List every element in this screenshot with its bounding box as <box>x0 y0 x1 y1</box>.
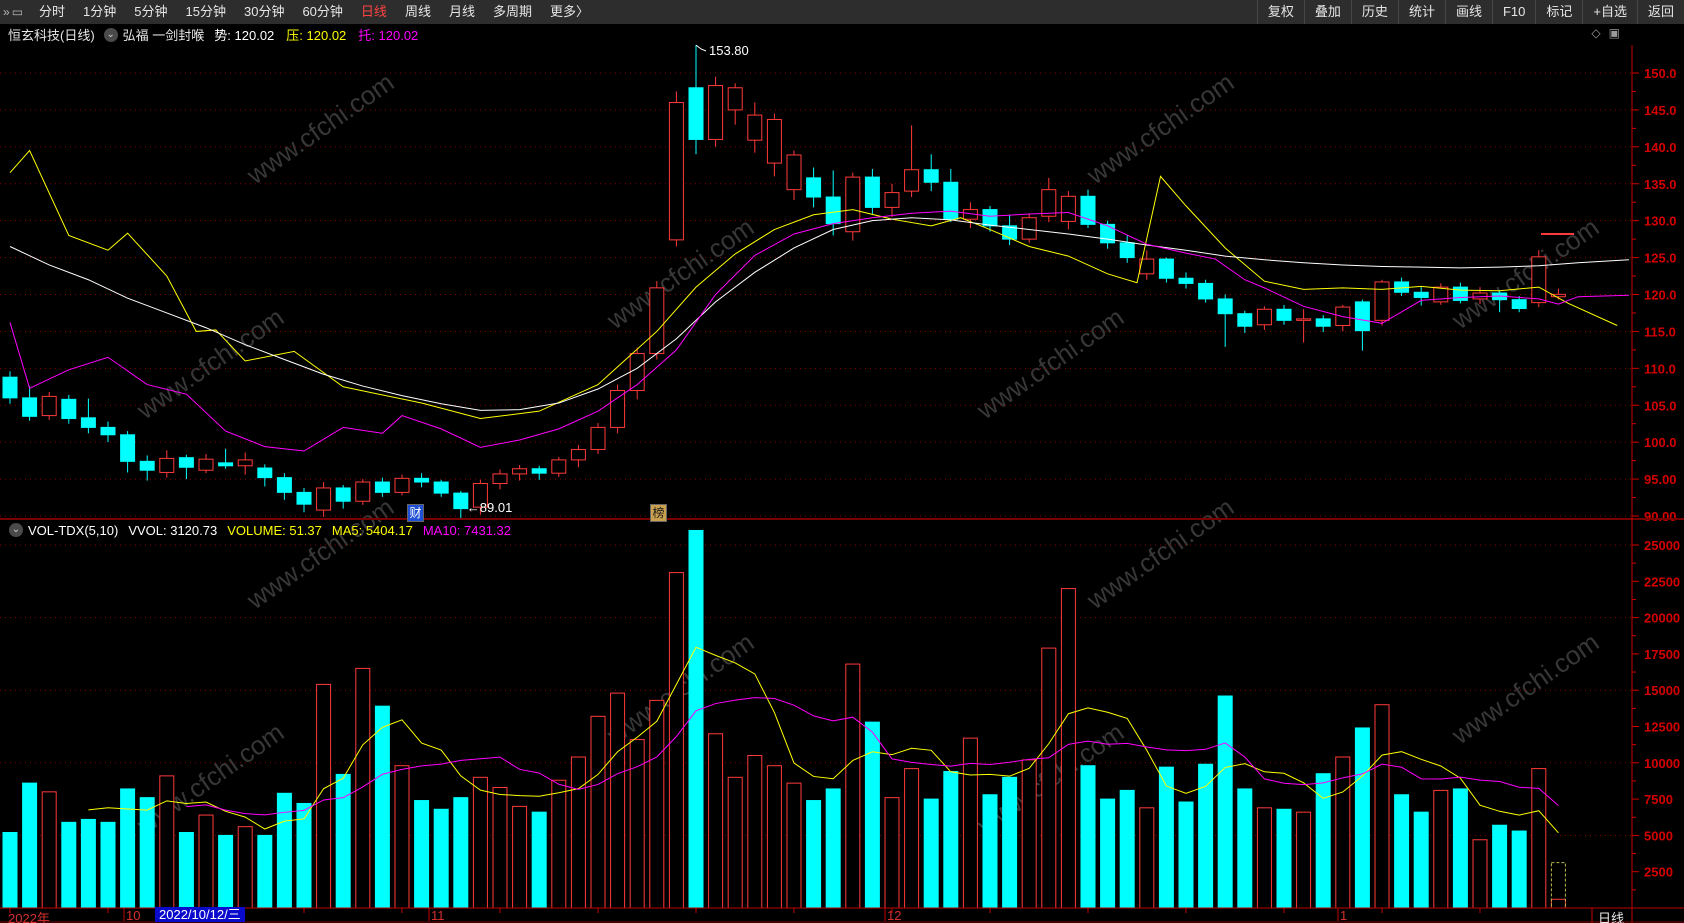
svg-text:2500: 2500 <box>1644 865 1673 880</box>
svg-text:145.0: 145.0 <box>1644 103 1677 118</box>
svg-text:100.0: 100.0 <box>1644 435 1677 450</box>
chevron-down-icon[interactable]: ⌄ <box>103 27 118 42</box>
menu-item-日线[interactable]: 日线 <box>352 0 396 24</box>
volume-indicator-name[interactable]: VOL-TDX(5,10) <box>28 523 118 538</box>
indicator-value: 压: 120.02 <box>286 28 347 43</box>
svg-text:95.00: 95.00 <box>1644 472 1677 487</box>
volume-value: MA10: 7431.32 <box>422 522 512 538</box>
svg-text:130.0: 130.0 <box>1644 214 1677 229</box>
svg-text:10000: 10000 <box>1644 756 1680 771</box>
watermark: www.cfchi.com <box>1080 67 1239 191</box>
svg-text:15000: 15000 <box>1644 683 1680 698</box>
svg-text:90.00: 90.00 <box>1644 509 1677 524</box>
svg-text:22500: 22500 <box>1644 574 1680 589</box>
volume-value: MA5: 5404.17 <box>331 522 413 538</box>
menu-item-画线[interactable]: 画线 <box>1444 0 1492 24</box>
svg-text:105.0: 105.0 <box>1644 398 1677 413</box>
menu-item-+自选[interactable]: +自选 <box>1582 0 1637 24</box>
indicator-name[interactable]: 弘福 一剑封喉 <box>123 25 205 44</box>
svg-text:110.0: 110.0 <box>1644 361 1676 376</box>
svg-text:150.0: 150.0 <box>1644 66 1677 81</box>
svg-text:153.80: 153.80 <box>709 43 749 58</box>
svg-text:25000: 25000 <box>1644 538 1680 553</box>
time-axis-bar[interactable]: 2022年 2022/10/12/三 10 11 12 1 日线 <box>0 906 1684 923</box>
indicator-value: 托: 120.02 <box>358 28 419 43</box>
volume-header: ⌄ VOL-TDX(5,10) VVOL: 3120.73 VOLUME: 51.… <box>4 521 521 539</box>
menu-item-复权[interactable]: 复权 <box>1256 0 1304 24</box>
info-bar: 恒玄科技(日线) ⌄ 弘福 一剑封喉 势: 120.02 压: 120.02 托: … <box>0 24 1684 45</box>
month-label-12: 12 <box>887 908 902 923</box>
year-label: 2022年 <box>8 911 50 923</box>
watermark: www.cfchi.com <box>1445 212 1604 336</box>
svg-text:140.0: 140.0 <box>1644 140 1677 155</box>
menu-item-周线[interactable]: 周线 <box>396 0 440 24</box>
period-label[interactable]: 日线 <box>1598 908 1624 923</box>
month-label-1: 1 <box>1340 908 1348 923</box>
tools-menu: 复权 叠加 历史 统计 画线 F10 标记 +自选 返回 <box>1256 0 1684 24</box>
svg-text:7500: 7500 <box>1644 792 1673 807</box>
svg-text:5000: 5000 <box>1644 828 1673 843</box>
indicator-value: 势: 120.02 <box>214 28 275 43</box>
menu-item-标记[interactable]: 标记 <box>1535 0 1582 24</box>
watermark: www.cfchi.com <box>130 302 289 426</box>
watermark: www.cfchi.com <box>970 302 1129 426</box>
menu-item-返回[interactable]: 返回 <box>1636 0 1684 24</box>
svg-text:20000: 20000 <box>1644 611 1680 626</box>
volume-value: VOLUME: 51.37 <box>227 522 322 538</box>
menu-item-30分钟[interactable]: 30分钟 <box>235 0 293 24</box>
svg-text:120.0: 120.0 <box>1644 288 1677 303</box>
month-label-10: 10 <box>126 908 141 923</box>
month-label-11: 11 <box>431 908 445 923</box>
chart-canvas[interactable]: www.cfchi.com www.cfchi.com www.cfchi.com w… <box>0 0 1684 923</box>
svg-text:17500: 17500 <box>1644 647 1680 662</box>
menu-item-1分钟[interactable]: 1分钟 <box>74 0 125 24</box>
chevron-down-icon[interactable]: ⌄ <box>9 523 23 537</box>
menu-item-月线[interactable]: 月线 <box>440 0 484 24</box>
pane-icons[interactable]: ◇▣ <box>1591 26 1628 40</box>
event-flag-财[interactable]: 财 <box>407 504 424 522</box>
collapse-sidebar-icon[interactable]: » ▭ <box>0 5 30 19</box>
app-window: » ▭ 分时 1分钟 5分钟 15分钟 30分钟 60分钟 日线 周线 月线 多周期 更多〉 复权 叠加… <box>0 0 1684 923</box>
volume-values: VVOL: 3120.73 VOLUME: 51.37 MA5: 5404.17 MA… <box>128 523 521 538</box>
menu-item-60分钟[interactable]: 60分钟 <box>293 0 351 24</box>
top-menu-bar: » ▭ 分时 1分钟 5分钟 15分钟 30分钟 60分钟 日线 周线 月线 多周期 更多〉 复权 叠加… <box>0 0 1684 24</box>
svg-text:12500: 12500 <box>1644 720 1680 735</box>
svg-text:125.0: 125.0 <box>1644 251 1677 266</box>
stock-title[interactable]: 恒玄科技(日线) <box>8 25 95 44</box>
svg-text:115.0: 115.0 <box>1644 324 1676 339</box>
event-flag-榜[interactable]: 榜 <box>650 504 667 522</box>
watermark: www.cfchi.com <box>240 67 399 191</box>
selected-date-badge: 2022/10/12/三 <box>155 907 245 922</box>
menu-item-多周期[interactable]: 多周期 <box>484 0 541 24</box>
svg-text:135.0: 135.0 <box>1644 177 1677 192</box>
svg-text:←89.01: ←89.01 <box>467 500 513 515</box>
watermark: www.cfchi.com <box>1080 492 1239 616</box>
volume-value: VVOL: 3120.73 <box>128 522 218 538</box>
menu-item-F10[interactable]: F10 <box>1491 0 1535 24</box>
menu-item-统计[interactable]: 统计 <box>1397 0 1445 24</box>
menu-item-15分钟[interactable]: 15分钟 <box>177 0 235 24</box>
menu-item-分时[interactable]: 分时 <box>30 0 74 24</box>
indicator-values: 势: 120.02 压: 120.02 托: 120.02 <box>214 25 430 44</box>
menu-item-5分钟[interactable]: 5分钟 <box>125 0 176 24</box>
period-menu: 分时 1分钟 5分钟 15分钟 30分钟 60分钟 日线 周线 月线 多周期 更多〉 <box>30 0 598 24</box>
menu-item-叠加[interactable]: 叠加 <box>1303 0 1351 24</box>
menu-item-历史[interactable]: 历史 <box>1350 0 1398 24</box>
menu-item-更多〉[interactable]: 更多〉 <box>541 0 598 24</box>
watermark: www.cfchi.com <box>1445 627 1604 751</box>
